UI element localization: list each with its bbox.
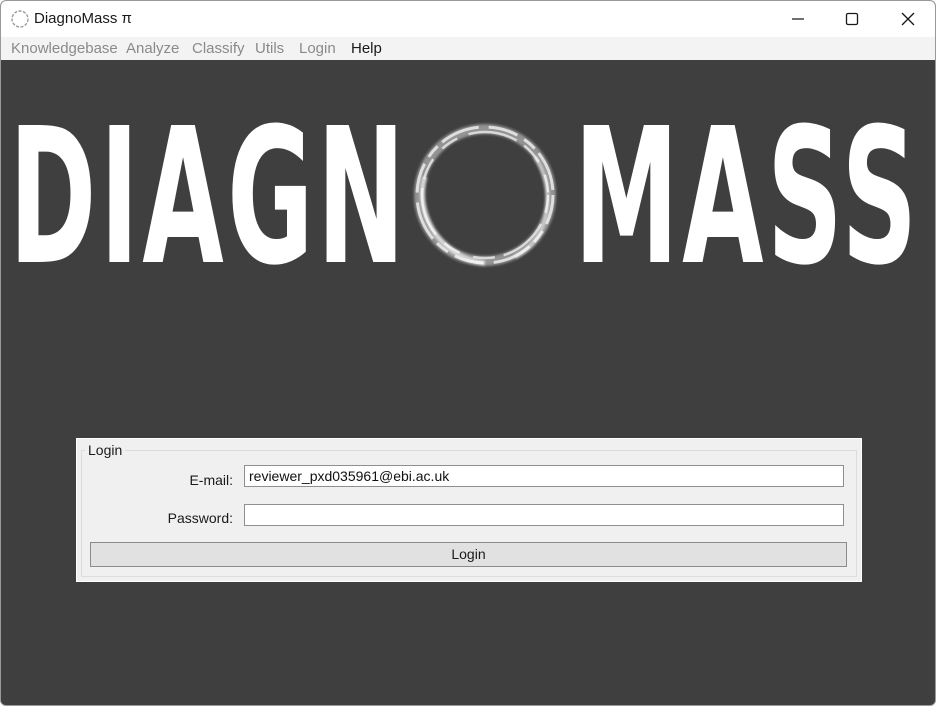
title-bar[interactable]: DiagnoMass π	[1, 1, 935, 37]
diagnomass-ring-icon	[11, 10, 29, 28]
menu-analyze[interactable]: Analyze	[126, 37, 179, 60]
menu-classify[interactable]: Classify	[192, 37, 245, 60]
email-field[interactable]	[244, 465, 844, 487]
maximize-button[interactable]	[824, 1, 880, 37]
logo-text-left: DIAGN	[9, 88, 409, 307]
login-button[interactable]: Login	[90, 542, 847, 567]
close-icon	[901, 12, 915, 26]
login-panel: Login E-mail: Password: Login	[76, 438, 862, 582]
login-group-title: Login	[85, 442, 126, 458]
window-title: DiagnoMass π	[34, 10, 132, 27]
password-label: Password:	[167, 510, 233, 526]
minimize-button[interactable]	[770, 1, 826, 37]
menu-utils[interactable]: Utils	[255, 37, 284, 60]
app-window: DiagnoMass π Knowledgebase Analyze Class…	[0, 0, 936, 706]
password-field[interactable]	[244, 504, 844, 526]
maximize-icon	[845, 12, 859, 26]
email-label: E-mail:	[189, 472, 233, 488]
menu-help[interactable]: Help	[351, 37, 382, 60]
menu-bar: Knowledgebase Analyze Classify Utils Log…	[1, 37, 935, 60]
logo-text-right: MASS	[574, 88, 921, 307]
menu-knowledgebase[interactable]: Knowledgebase	[11, 37, 118, 60]
logo-ring-icon	[414, 124, 556, 266]
menu-login[interactable]: Login	[299, 37, 336, 60]
close-button[interactable]	[880, 1, 935, 37]
minimize-icon	[792, 18, 804, 20]
